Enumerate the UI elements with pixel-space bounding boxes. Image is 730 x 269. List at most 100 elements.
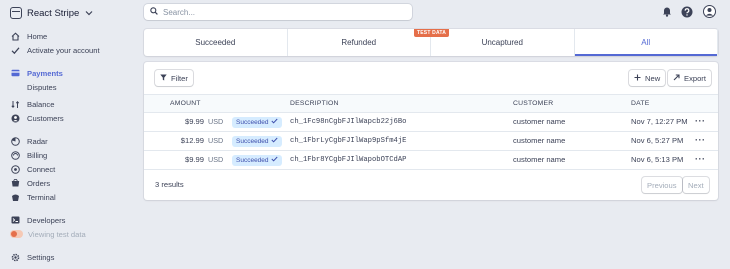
status-label: Succeeded: [236, 119, 269, 126]
table-row[interactable]: $9.99 USD Succeeded ch_1Fc98nCgbFJIlWapc…: [144, 113, 718, 132]
sidebar-item-label: Connect: [27, 164, 56, 174]
table-row[interactable]: $9.99 USD Succeeded ch_1Fbr8YCgbFJIlWapo…: [144, 151, 718, 170]
sidebar-item-home[interactable]: Home: [11, 30, 47, 42]
toggle-switch[interactable]: [10, 230, 23, 238]
developers-icon: [11, 216, 20, 225]
more-actions-icon[interactable]: ···: [695, 113, 706, 131]
test-data-badge: TEST DATA: [414, 29, 450, 37]
description-cell: ch_1FbrLyCgbFJIlWap9pSfm4jE: [290, 137, 407, 145]
currency-cell: USD: [208, 155, 224, 164]
sidebar-item-balance[interactable]: Balance: [11, 98, 54, 110]
filter-icon: [160, 74, 167, 83]
customer-icon: [11, 114, 20, 123]
sidebar-item-label: Balance: [27, 99, 55, 109]
account-switcher[interactable]: React Stripe: [10, 5, 93, 21]
table-header: AMOUNT DESCRIPTION CUSTOMER DATE: [144, 94, 718, 113]
filter-button-label: Filter: [171, 73, 188, 83]
sidebar: React Stripe Home Activate your account …: [0, 0, 140, 269]
account-name: React Stripe: [27, 7, 80, 19]
test-data-toggle[interactable]: Viewing test data: [10, 228, 86, 240]
more-actions-icon[interactable]: ···: [695, 132, 706, 150]
sidebar-item-disputes[interactable]: Disputes: [27, 81, 57, 93]
date-cell: Nov 6, 5:27 PM: [631, 136, 684, 145]
tab-all[interactable]: All: [574, 29, 718, 56]
connect-icon: [11, 164, 20, 174]
status-label: Succeeded: [236, 138, 269, 145]
export-button-label: Export: [684, 73, 706, 83]
previous-page-button[interactable]: Previous: [642, 177, 682, 193]
checkmark-icon: [11, 46, 20, 55]
customer-cell: customer name: [513, 155, 566, 164]
description-cell: ch_1Fc98nCgbFJIlWapcb22j6Bo: [290, 118, 407, 126]
billing-icon: [11, 150, 20, 160]
amount-cell: $9.99: [184, 155, 204, 164]
amount-cell: $9.99: [184, 117, 204, 126]
next-page-button[interactable]: Next: [683, 177, 709, 193]
gear-icon: [11, 253, 20, 262]
notifications-bell-icon[interactable]: [660, 5, 673, 18]
sidebar-item-billing[interactable]: Billing: [11, 149, 47, 161]
sidebar-item-label: Payments: [27, 68, 63, 78]
column-header-amount[interactable]: AMOUNT: [170, 95, 201, 113]
plus-icon: [634, 74, 641, 83]
tab-refunded[interactable]: Refunded: [288, 29, 431, 56]
column-header-date[interactable]: DATE: [631, 95, 649, 113]
results-count: 3 results: [155, 180, 184, 189]
tab-uncaptured[interactable]: Uncaptured: [431, 29, 575, 56]
tab-succeeded[interactable]: Succeeded: [144, 29, 288, 56]
column-header-description[interactable]: DESCRIPTION: [290, 95, 339, 113]
sidebar-item-activate[interactable]: Activate your account: [11, 44, 100, 56]
sidebar-item-terminal[interactable]: Terminal: [11, 191, 56, 203]
sidebar-item-label: Activate your account: [27, 45, 100, 55]
chevron-down-icon: [85, 8, 93, 18]
status-badge: Succeeded: [232, 117, 282, 128]
sidebar-item-connect[interactable]: Connect: [11, 163, 55, 175]
help-icon[interactable]: [680, 5, 693, 18]
sidebar-item-label: Orders: [27, 178, 51, 188]
terminal-icon: [11, 193, 20, 202]
account-avatar-icon[interactable]: [703, 5, 716, 18]
sidebar-item-radar[interactable]: Radar: [11, 135, 48, 147]
filter-button[interactable]: Filter: [155, 70, 193, 86]
sidebar-item-label: Radar: [27, 136, 48, 146]
sidebar-item-label: Customers: [27, 113, 64, 123]
status-badge: Succeeded: [232, 155, 282, 166]
balance-icon: [11, 100, 20, 109]
sidebar-item-label: Home: [27, 31, 48, 41]
status-label: Succeeded: [236, 157, 269, 164]
radar-icon: [11, 136, 20, 146]
status-badge: Succeeded: [232, 136, 282, 147]
payments-table-card: Filter New Export AMOUNT DESCRIPTION CUS…: [144, 62, 718, 200]
search-input[interactable]: [163, 7, 393, 17]
sidebar-item-orders[interactable]: Orders: [11, 177, 50, 189]
sidebar-item-label: Terminal: [27, 192, 56, 202]
new-payment-button[interactable]: New: [629, 70, 666, 86]
checkmark-icon: [270, 117, 278, 128]
table-row[interactable]: $12.99 USD Succeeded ch_1FbrLyCgbFJIlWap…: [144, 132, 718, 151]
export-icon: [673, 73, 680, 83]
checkmark-icon: [270, 155, 278, 166]
date-cell: Nov 6, 5:13 PM: [631, 155, 684, 164]
sidebar-item-label: Developers: [27, 215, 66, 225]
column-header-customer[interactable]: CUSTOMER: [513, 95, 553, 113]
search-bar[interactable]: [144, 4, 412, 20]
date-cell: Nov 7, 12:27 PM: [631, 117, 688, 126]
orders-icon: [11, 178, 20, 188]
sidebar-item-label: Viewing test data: [28, 229, 86, 239]
sidebar-item-developers[interactable]: Developers: [11, 214, 65, 226]
export-button[interactable]: Export: [668, 70, 711, 86]
customer-cell: customer name: [513, 136, 566, 145]
description-cell: ch_1Fbr8YCgbFJIlWapobOTCdAP: [290, 156, 407, 164]
more-actions-icon[interactable]: ···: [695, 151, 706, 169]
amount-cell: $12.99: [180, 136, 204, 145]
currency-cell: USD: [208, 136, 224, 145]
store-icon: [10, 7, 22, 19]
sidebar-item-settings[interactable]: Settings: [11, 251, 54, 263]
sidebar-item-payments[interactable]: Payments: [11, 67, 63, 79]
payment-status-tabs: Succeeded Refunded Uncaptured All TEST D…: [144, 29, 718, 56]
credit-card-icon: [11, 69, 20, 78]
home-icon: [11, 31, 20, 41]
sidebar-item-label: Billing: [27, 150, 48, 160]
search-icon: [150, 7, 158, 17]
sidebar-item-customers[interactable]: Customers: [11, 112, 64, 124]
